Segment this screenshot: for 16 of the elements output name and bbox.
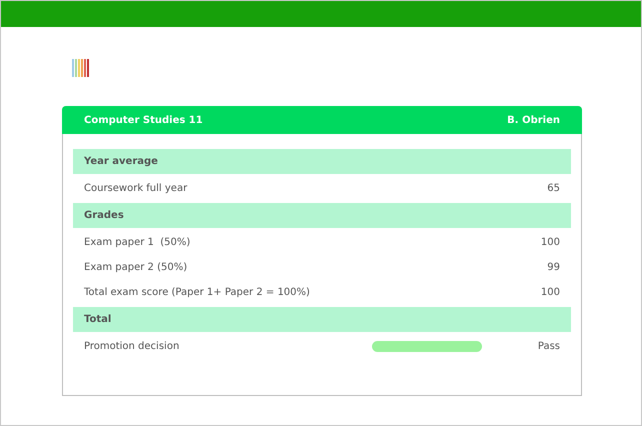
row-label: Total exam score (Paper 1+ Paper 2 = 100%) <box>84 287 310 298</box>
logo-icon <box>71 58 91 78</box>
row-value: 100 <box>540 287 560 298</box>
row-label: Exam paper 2 (50%) <box>84 262 188 273</box>
course-title: Computer Studies 11 <box>84 114 203 126</box>
row-label: Coursework full year <box>84 183 188 194</box>
row-value: 99 <box>547 262 560 273</box>
row-value: 100 <box>540 237 560 248</box>
row-label: Promotion decision <box>84 341 180 352</box>
row-value: 65 <box>547 183 560 194</box>
section-title: Grades <box>84 210 124 221</box>
row-label: Exam paper 1 (50%) <box>84 237 190 248</box>
teacher-name: B. Obrien <box>507 114 560 126</box>
row-value: Pass <box>538 341 560 352</box>
section-title: Year average <box>84 156 158 167</box>
section-title: Total <box>84 314 112 325</box>
